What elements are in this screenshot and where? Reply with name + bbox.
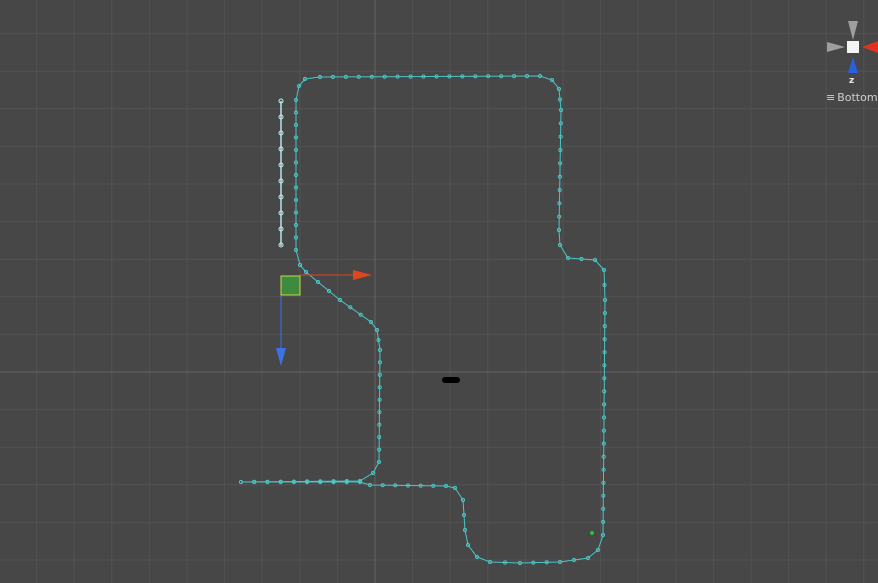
- grid: [0, 0, 878, 583]
- path-line-main: [240, 75, 606, 564]
- x-axis-cone-icon[interactable]: [862, 41, 878, 53]
- z-axis-label: z: [849, 76, 855, 86]
- y-axis-cone-icon[interactable]: [848, 21, 858, 40]
- scene-viewport[interactable]: z ≡ Bottom: [0, 0, 878, 583]
- z-axis-arrow-handle[interactable]: [276, 348, 286, 366]
- main-axis-lines: [0, 0, 878, 583]
- green-dot: [590, 531, 594, 535]
- orientation-label[interactable]: ≡ Bottom: [826, 91, 878, 104]
- center-cube-icon[interactable]: [847, 41, 859, 53]
- orientation-label-text: Bottom: [837, 91, 878, 104]
- x-axis-arrow-handle[interactable]: [353, 270, 372, 280]
- camera-icon: [442, 377, 460, 383]
- z-axis-cone-icon[interactable]: [848, 57, 858, 73]
- transform-handle[interactable]: [276, 270, 372, 366]
- scene-canvas[interactable]: [0, 0, 878, 583]
- plane-handle[interactable]: [280, 275, 301, 296]
- path-markers-main: [238, 73, 608, 566]
- x-negative-cone-icon[interactable]: [827, 42, 845, 52]
- hamburger-menu-icon: ≡: [826, 91, 836, 104]
- view-orientation-gizmo[interactable]: [827, 21, 878, 73]
